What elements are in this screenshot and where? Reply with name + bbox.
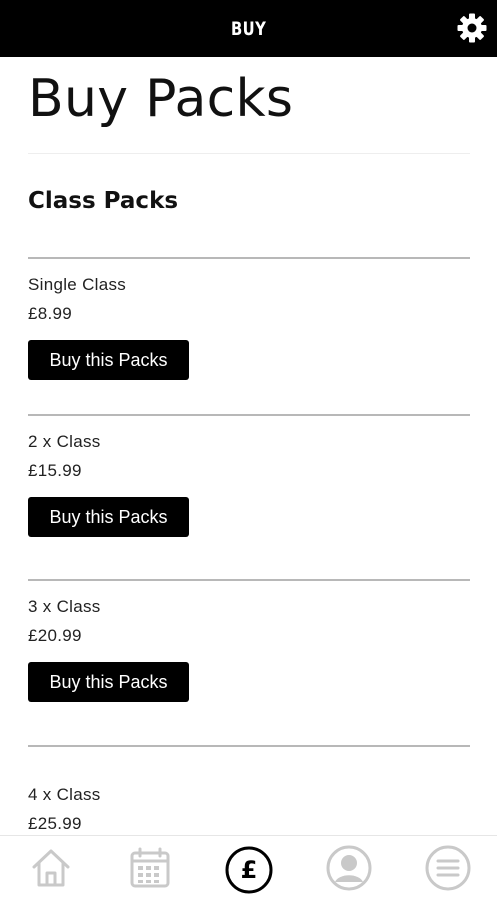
top-bar: BUY bbox=[0, 0, 497, 57]
pack-name: 2 x Class bbox=[28, 432, 101, 451]
profile-icon bbox=[325, 844, 373, 897]
nav-item-home[interactable] bbox=[23, 842, 79, 898]
content-area[interactable]: Buy Packs Class Packs Single Class £8.99… bbox=[0, 57, 497, 835]
pack-divider bbox=[28, 745, 470, 747]
title-divider bbox=[28, 153, 470, 154]
pack-divider bbox=[28, 257, 470, 259]
pack-item: 4 x Class £25.99 bbox=[28, 745, 470, 834]
pack-price: £20.99 bbox=[28, 626, 82, 645]
pack-divider bbox=[28, 414, 470, 416]
pack-item: 3 x Class £20.99 Buy this Packs bbox=[28, 579, 470, 702]
buy-pack-button[interactable]: Buy this Packs bbox=[28, 497, 189, 537]
nav-item-profile[interactable] bbox=[321, 842, 377, 898]
pack-price: £25.99 bbox=[28, 814, 82, 833]
nav-item-buy[interactable]: £ bbox=[221, 842, 277, 898]
nav-item-menu[interactable] bbox=[420, 842, 476, 898]
calendar-icon bbox=[127, 845, 173, 896]
pack-name: 3 x Class bbox=[28, 597, 101, 616]
pound-icon: £ bbox=[224, 845, 274, 895]
pack-item: Single Class £8.99 Buy this Packs bbox=[28, 257, 470, 380]
page-title: Buy Packs bbox=[28, 69, 294, 129]
pack-name: 4 x Class bbox=[28, 785, 101, 804]
pack-price: £15.99 bbox=[28, 461, 82, 480]
pack-divider bbox=[28, 579, 470, 581]
pack-item: 2 x Class £15.99 Buy this Packs bbox=[28, 414, 470, 537]
menu-icon bbox=[424, 844, 472, 897]
nav-item-calendar[interactable] bbox=[122, 842, 178, 898]
pack-price: £8.99 bbox=[28, 304, 73, 323]
top-bar-title: BUY bbox=[230, 17, 267, 40]
buy-pack-button[interactable]: Buy this Packs bbox=[28, 340, 189, 380]
buy-pack-button[interactable]: Buy this Packs bbox=[28, 662, 189, 702]
section-title: Class Packs bbox=[28, 188, 179, 214]
gear-icon[interactable] bbox=[455, 11, 489, 45]
home-icon bbox=[28, 845, 74, 896]
pack-name: Single Class bbox=[28, 275, 127, 294]
bottom-nav: £ bbox=[0, 835, 497, 900]
pound-glyph: £ bbox=[240, 856, 258, 884]
